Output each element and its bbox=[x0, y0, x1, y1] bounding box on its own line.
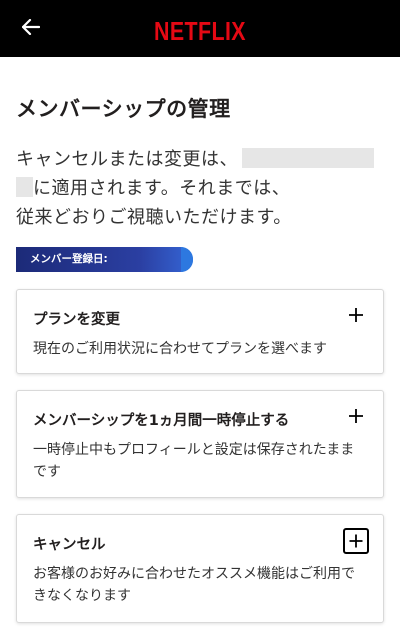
change-plan-card[interactable]: プランを変更 現在のご利用状況に合わせてプランを選べます bbox=[16, 289, 384, 374]
notice-line-3: 従来どおりご視聴いただけます。 bbox=[16, 207, 292, 228]
card-title: プランを変更 bbox=[33, 312, 120, 328]
page-title: メンバーシップの管理 bbox=[16, 97, 231, 121]
member-since-label: メンバー登録日: bbox=[30, 253, 108, 265]
card-title: キャンセル bbox=[33, 537, 106, 553]
notice-line-1: キャンセルまたは変更は、 bbox=[16, 149, 238, 170]
top-bar: NETFLIX bbox=[0, 0, 400, 57]
change-notice: キャンセルまたは変更は、 に適用されます。それまでは、 従来どおりご視聴いただけ… bbox=[16, 145, 374, 232]
plus-icon[interactable] bbox=[345, 405, 367, 427]
brand-wordmark: NETFLIX bbox=[154, 16, 246, 43]
member-since-badge: メンバー登録日: bbox=[16, 247, 193, 272]
pause-membership-card[interactable]: メンバーシップを1ヵ月間一時停止する 一時停止中もプロフィールと設定は保存された… bbox=[16, 390, 384, 498]
cancel-membership-card[interactable]: キャンセル お客様のお好みに合わせたオススメ機能はご利用できなくなります bbox=[16, 514, 384, 623]
notice-line-2: に適用されます。それまでは、 bbox=[33, 178, 291, 199]
card-description: 現在のご利用状況に合わせてプランを選べます bbox=[33, 341, 327, 357]
plus-icon[interactable] bbox=[345, 304, 367, 326]
redacted-date bbox=[242, 148, 374, 168]
netflix-logo: NETFLIX bbox=[0, 0, 400, 57]
card-description: 一時停止中もプロフィールと設定は保存されたままです bbox=[33, 442, 355, 480]
card-title: メンバーシップを1ヵ月間一時停止する bbox=[33, 413, 290, 429]
plus-icon[interactable] bbox=[343, 528, 369, 554]
card-description: お客様のお好みに合わせたオススメ機能はご利用できなくなります bbox=[33, 566, 355, 604]
redacted-text bbox=[16, 177, 33, 197]
